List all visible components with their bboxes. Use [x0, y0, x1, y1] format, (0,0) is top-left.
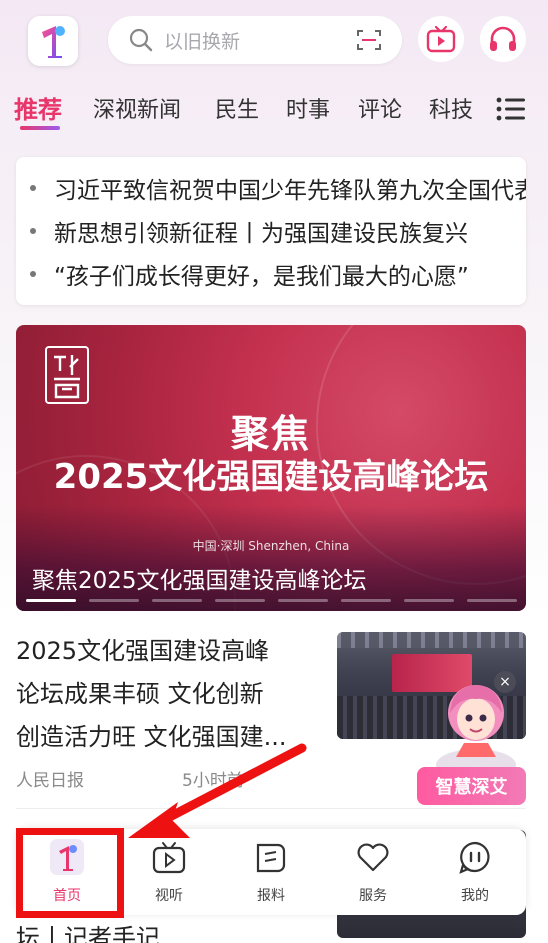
- profile-face-icon: [459, 841, 490, 874]
- pointer-arrow-icon: [128, 743, 307, 838]
- news-title-line: 论坛成果丰硕 文化创新: [16, 680, 264, 708]
- menu-icon[interactable]: [496, 96, 526, 122]
- tab-commentary[interactable]: 评论: [358, 92, 402, 124]
- top-header: 以旧换新: [0, 0, 548, 82]
- headline-text: 新思想引领新征程丨为强国建设民族复兴: [54, 221, 468, 247]
- highlight-box: [16, 828, 124, 918]
- tv-button[interactable]: [418, 16, 464, 62]
- assistant-close-button[interactable]: ×: [494, 671, 516, 693]
- tab-livelihood[interactable]: 民生: [215, 92, 259, 124]
- scan-icon[interactable]: [356, 28, 382, 52]
- tab-current-affairs[interactable]: 时事: [286, 92, 330, 124]
- headline-text: “孩子们成长得更好，是我们最大的心愿”: [54, 264, 469, 290]
- nav-label: 报料: [257, 888, 285, 904]
- audio-button[interactable]: [480, 16, 526, 62]
- nav-label: 我的: [461, 888, 489, 904]
- nav-label: 视听: [155, 888, 183, 904]
- bullet-icon: [30, 228, 36, 234]
- tab-shenshi-news[interactable]: 深视新闻: [93, 92, 181, 124]
- nav-profile[interactable]: 我的: [424, 829, 526, 915]
- carousel-dot[interactable]: [404, 599, 454, 602]
- headphones-icon: [490, 26, 516, 51]
- carousel-dot[interactable]: [278, 599, 328, 602]
- carousel-dot[interactable]: [26, 599, 76, 602]
- bullet-icon: [30, 185, 36, 191]
- search-placeholder: 以旧换新: [164, 30, 241, 53]
- banner-heading-line2: 2025文化强国建设高峰论坛: [53, 457, 489, 497]
- headline-item[interactable]: “孩子们成长得更好，是我们最大的心愿”: [16, 253, 526, 295]
- banner-location: 中国·深圳 Shenzhen, China: [192, 539, 350, 553]
- headline-item[interactable]: 新思想引领新征程丨为强国建设民族复兴: [16, 210, 526, 252]
- headline-text: 习近平致信祝贺中国少年先锋队第九次全国代表大会: [54, 178, 526, 204]
- carousel-dot[interactable]: [152, 599, 202, 602]
- nav-label: 服务: [359, 888, 387, 904]
- app-logo-icon[interactable]: [28, 16, 78, 66]
- forum-seal-logo: [45, 346, 89, 404]
- carousel-dot[interactable]: [341, 599, 391, 602]
- search-bar[interactable]: 以旧换新: [108, 16, 402, 64]
- feature-banner[interactable]: 聚焦 2025文化强国建设高峰论坛 中国·深圳 Shenzhen, China …: [16, 325, 526, 611]
- next-news-title[interactable]: 坛丨记者手记: [16, 918, 160, 943]
- search-icon: [129, 28, 153, 52]
- top-headlines-card: 习近平致信祝贺中国少年先锋队第九次全国代表大会 新思想引领新征程丨为强国建设民族…: [16, 157, 526, 305]
- carousel-dot[interactable]: [215, 599, 265, 602]
- carousel-dot[interactable]: [467, 599, 517, 602]
- tab-recommend[interactable]: 推荐: [14, 90, 62, 125]
- tab-technology[interactable]: 科技: [429, 92, 473, 124]
- carousel-dot[interactable]: [89, 599, 139, 602]
- nav-services[interactable]: 服务: [322, 829, 424, 915]
- assistant-label-button[interactable]: 智慧深艾: [417, 767, 526, 805]
- bullet-icon: [30, 271, 36, 277]
- heart-icon: [357, 843, 389, 872]
- news-source: 人民日报: [16, 771, 84, 791]
- channel-tabs: 推荐 深视新闻 民生 时事 评论 科技: [0, 84, 548, 134]
- tv-icon: [426, 25, 456, 53]
- tab-active-indicator: [20, 126, 60, 130]
- news-title-line: 2025文化强国建设高峰: [16, 637, 270, 665]
- headline-item[interactable]: 习近平致信祝贺中国少年先锋队第九次全国代表大会: [16, 167, 526, 209]
- banner-caption: 聚焦2025文化强国建设高峰论坛: [32, 568, 367, 594]
- carousel-indicators: [26, 599, 517, 603]
- thumb-ceiling-lights: [337, 632, 526, 648]
- banner-shade: [16, 505, 526, 611]
